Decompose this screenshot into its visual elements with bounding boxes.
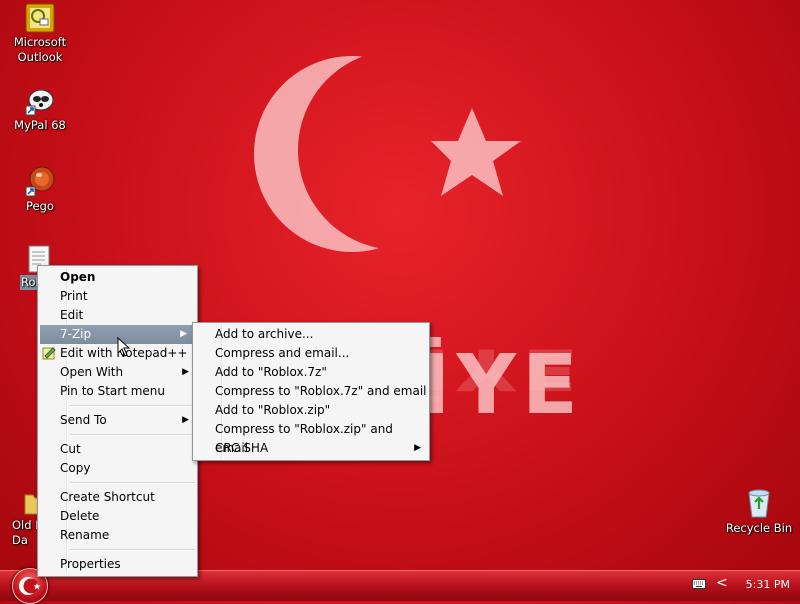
menu-separator bbox=[70, 434, 195, 436]
menu-separator bbox=[70, 549, 195, 551]
show-hidden-icons-button[interactable]: < bbox=[716, 575, 728, 591]
desktop-icon-label: MyPal 68 bbox=[14, 118, 66, 132]
menu-separator bbox=[70, 482, 195, 484]
menu-item-pin-to-start[interactable]: Pin to Start menu bbox=[38, 382, 197, 401]
pego-icon bbox=[25, 166, 55, 197]
menu-item-open-with[interactable]: Open With ▶ bbox=[38, 363, 197, 382]
desktop-icon-label: Pego bbox=[26, 199, 54, 213]
submenu-arrow-icon: ▶ bbox=[182, 367, 189, 377]
submenu-arrow-icon: ▶ bbox=[182, 415, 189, 425]
menu-item-copy[interactable]: Copy bbox=[38, 459, 197, 478]
desktop-icon-label: Recycle Bin bbox=[725, 521, 793, 535]
desktop-icon-mypal[interactable]: MyPal 68 bbox=[0, 84, 80, 133]
menu-item-add-to-archive[interactable]: Add to archive... bbox=[193, 325, 429, 344]
submenu-arrow-icon: ▶ bbox=[180, 329, 187, 339]
menu-item-send-to[interactable]: Send To ▶ bbox=[38, 411, 197, 430]
desktop-icon-outlook[interactable]: Microsoft Outlook bbox=[0, 3, 80, 65]
menu-item-rename[interactable]: Rename bbox=[38, 526, 197, 545]
system-tray: < 5:31 PM bbox=[690, 570, 800, 600]
recycle-bin-icon bbox=[748, 489, 770, 518]
keyboard-icon[interactable] bbox=[692, 578, 706, 590]
menu-item-compress-and-email[interactable]: Compress and email... bbox=[193, 344, 429, 363]
mouse-pointer-icon bbox=[117, 337, 131, 357]
outlook-icon bbox=[25, 3, 55, 33]
menu-item-label: Send To bbox=[60, 413, 107, 427]
wallpaper-text-reflection: İYE bbox=[420, 335, 584, 403]
menu-item-label: Open With bbox=[60, 365, 124, 379]
menu-item-crc-sha[interactable]: CRC SHA ▶ bbox=[193, 439, 429, 458]
context-menu: Open Print Edit 7-Zip ▶ Edit with Notepa… bbox=[37, 265, 198, 577]
menu-item-label: 7-Zip bbox=[60, 327, 92, 341]
menu-item-label: CRC SHA bbox=[215, 441, 269, 455]
desktop-icon-label: Microsoft Outlook bbox=[13, 35, 67, 64]
submenu-arrow-icon: ▶ bbox=[414, 443, 421, 453]
menu-item-compress-7z-email[interactable]: Compress to "Roblox.7z" and email bbox=[193, 382, 429, 401]
desktop-icon-recycle-bin[interactable]: Recycle Bin bbox=[719, 487, 799, 536]
mypal-icon bbox=[25, 89, 54, 116]
menu-item-open[interactable]: Open bbox=[38, 268, 197, 287]
menu-item-add-to-zip[interactable]: Add to "Roblox.zip" bbox=[193, 401, 429, 420]
notepadpp-icon bbox=[42, 347, 56, 360]
menu-item-cut[interactable]: Cut bbox=[38, 440, 197, 459]
menu-item-delete[interactable]: Delete bbox=[38, 507, 197, 526]
desktop-icon-pego[interactable]: Pego bbox=[0, 165, 80, 214]
menu-item-compress-zip-email[interactable]: Compress to "Roblox.zip" and email bbox=[193, 420, 429, 455]
menu-item-create-shortcut[interactable]: Create Shortcut bbox=[38, 488, 197, 507]
menu-item-print[interactable]: Print bbox=[38, 287, 197, 306]
menu-separator bbox=[70, 405, 195, 407]
sevenzip-submenu: Add to archive... Compress and email... … bbox=[192, 322, 430, 461]
clock[interactable]: 5:31 PM bbox=[746, 578, 790, 591]
menu-item-edit[interactable]: Edit bbox=[38, 306, 197, 325]
menu-item-add-to-7z[interactable]: Add to "Roblox.7z" bbox=[193, 363, 429, 382]
menu-item-properties[interactable]: Properties bbox=[38, 555, 197, 574]
